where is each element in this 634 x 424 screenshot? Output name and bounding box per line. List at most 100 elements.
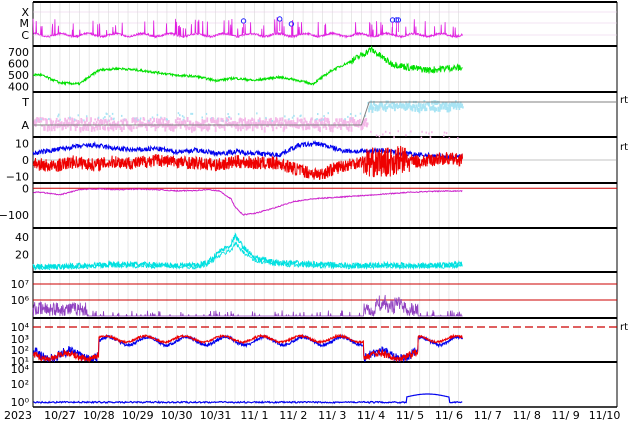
sector-point — [435, 107, 438, 112]
sector-point — [461, 106, 464, 109]
sector-point — [225, 119, 228, 122]
sector-point — [222, 119, 225, 123]
sector-point — [230, 117, 232, 120]
sector-point — [249, 123, 251, 129]
sector-point — [283, 125, 286, 131]
sector-point — [139, 117, 142, 120]
panel-3 — [33, 91, 617, 137]
sector-point — [137, 118, 139, 121]
sector-point — [148, 119, 150, 122]
dst-series — [33, 187, 463, 216]
highenergy-series — [33, 393, 463, 404]
sector-point — [322, 118, 325, 121]
sector-point — [181, 115, 184, 118]
ytick-label: 10⁰ — [11, 396, 30, 409]
sector-point — [264, 120, 267, 125]
sector-point — [55, 117, 58, 123]
sector-point — [431, 100, 433, 105]
sector-point — [338, 118, 341, 123]
ytick-label: 10⁷ — [11, 278, 29, 291]
sector-point — [428, 102, 431, 107]
ytick-label: A — [21, 119, 29, 132]
x-tick-label: 11/ 4 — [357, 409, 385, 422]
sector-point — [120, 114, 123, 117]
sector-point — [445, 132, 448, 135]
sector-point — [340, 118, 343, 122]
sector-point — [448, 137, 451, 140]
sector-point — [228, 116, 231, 119]
sector-point — [296, 117, 299, 123]
sector-point — [250, 122, 253, 125]
sector-point — [99, 125, 102, 130]
ytick-label: 0 — [22, 154, 29, 167]
sector-point — [284, 115, 286, 118]
sector-point — [186, 117, 189, 122]
sector-point — [237, 125, 240, 130]
sector-point — [429, 136, 432, 139]
sector-point — [208, 126, 211, 130]
x-tick-label: 11/ 1 — [240, 409, 268, 422]
sector-point — [156, 113, 159, 116]
sector-point — [64, 125, 67, 130]
sector-point — [350, 126, 353, 132]
sector-point — [428, 132, 430, 135]
x-tick-label: 11/ 7 — [474, 409, 502, 422]
right-label: rt — [620, 142, 628, 153]
sector-point — [344, 118, 346, 121]
sector-point — [184, 120, 187, 125]
sector-point — [90, 117, 92, 123]
sector-point — [190, 112, 192, 115]
sector-point — [260, 125, 263, 131]
sector-point — [217, 117, 220, 123]
sector-point — [347, 115, 349, 118]
sector-point — [78, 121, 81, 125]
sector-point — [265, 116, 267, 119]
x-tick-label: 10/27 — [44, 409, 76, 422]
sector-point — [79, 126, 82, 133]
ytick-label: 400 — [8, 80, 29, 93]
x-tick-label: 11/ 9 — [552, 409, 580, 422]
sector-point — [378, 135, 381, 138]
ytick-label: 10⁴ — [11, 363, 30, 376]
sector-point — [375, 134, 378, 137]
flare-marker — [240, 18, 247, 24]
sector-point — [188, 126, 190, 131]
sector-point — [176, 121, 179, 124]
sector-point — [384, 130, 387, 133]
sector-point — [175, 123, 178, 129]
sector-point — [414, 107, 417, 112]
sector-point — [322, 126, 325, 129]
sector-point — [319, 126, 321, 133]
sector-point — [108, 119, 111, 122]
sector-point — [405, 134, 407, 137]
sector-point — [74, 118, 76, 121]
sector-point — [110, 117, 113, 121]
sector-point — [425, 131, 428, 134]
sector-point — [389, 132, 391, 135]
sector-point — [272, 126, 274, 132]
sector-point — [420, 136, 423, 139]
sector-point — [101, 119, 104, 126]
sector-point — [107, 126, 110, 132]
sector-point — [288, 118, 290, 121]
sector-point — [40, 118, 42, 121]
sector-point — [223, 126, 226, 131]
sector-point — [206, 117, 209, 123]
sector-point — [130, 126, 133, 132]
right-label: rt — [620, 95, 628, 106]
ytick-label: −100 — [0, 209, 29, 222]
sector-point — [316, 118, 318, 121]
sector-point — [155, 126, 158, 129]
sector-point — [191, 112, 194, 115]
sector-point — [256, 112, 258, 115]
density-series-1 — [32, 232, 463, 271]
sector-point — [349, 113, 352, 116]
sector-point — [46, 118, 48, 125]
sector-point — [281, 117, 284, 122]
sector-point — [141, 121, 144, 127]
sector-point — [340, 124, 342, 131]
sector-point — [81, 119, 83, 124]
sector-point — [354, 114, 357, 117]
sector-point — [300, 114, 302, 117]
sector-point — [421, 130, 423, 133]
